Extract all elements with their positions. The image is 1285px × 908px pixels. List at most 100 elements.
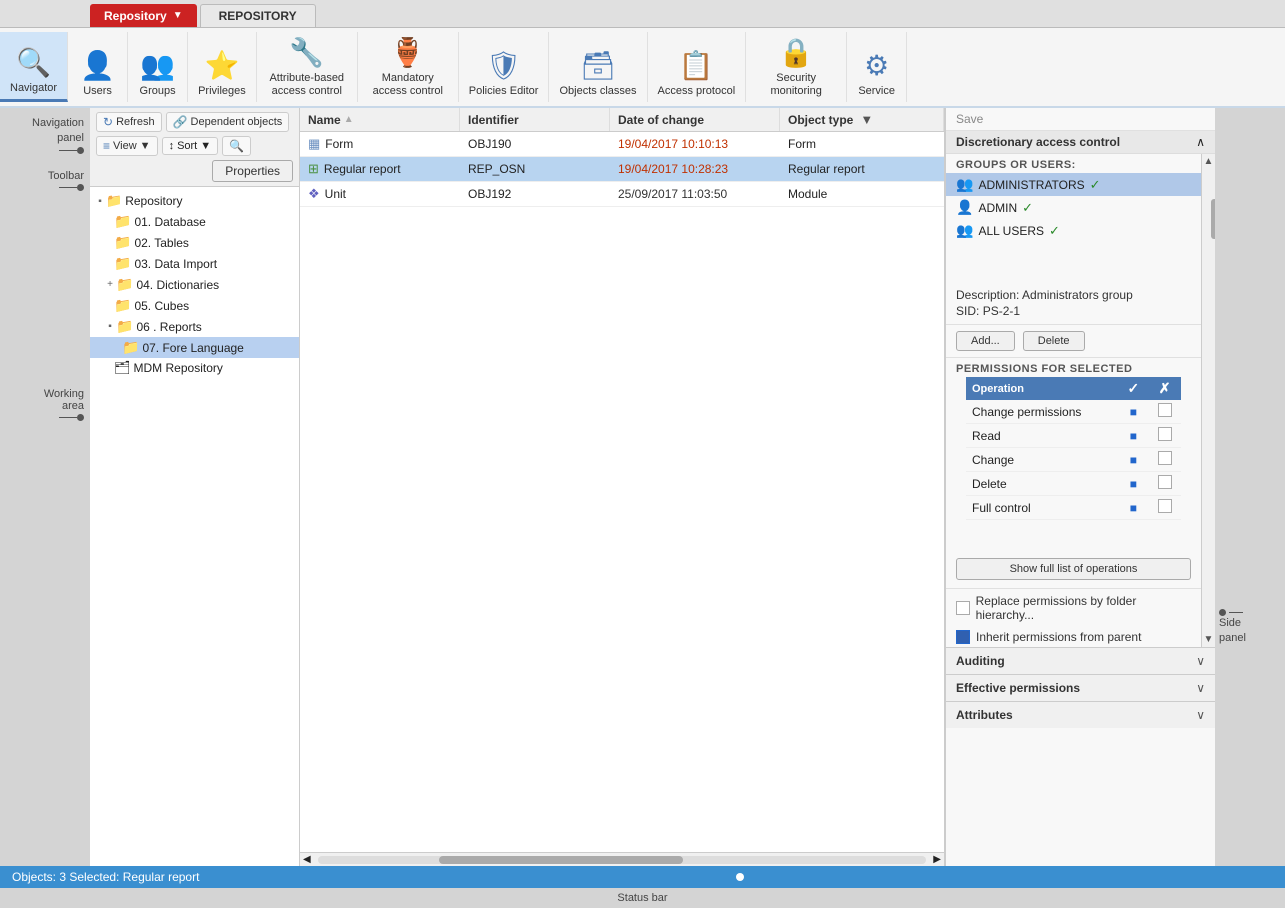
- scrollbar-track[interactable]: [318, 856, 927, 864]
- dictionaries-expand-icon[interactable]: +: [104, 279, 116, 290]
- ribbon-attribute-access[interactable]: 🔧 Attribute-based access control: [257, 32, 358, 102]
- allow-icon: ✓: [1128, 380, 1140, 396]
- dac-header[interactable]: Discretionary access control ∧: [946, 131, 1215, 154]
- col-type[interactable]: Object type ▼: [780, 108, 944, 131]
- root-expand-icon[interactable]: ▪: [94, 196, 106, 207]
- ribbon-service[interactable]: ⚙ Service: [847, 32, 907, 102]
- auditing-section: Auditing ∨: [946, 647, 1215, 674]
- col-identifier[interactable]: Identifier: [460, 108, 610, 131]
- ribbon-policies-editor[interactable]: 🛡 Policies Editor: [459, 32, 550, 102]
- working-area-annotation: Workingarea: [4, 388, 84, 421]
- replace-permissions-checkbox[interactable]: [956, 601, 970, 615]
- access-protocol-label: Access protocol: [658, 85, 736, 98]
- inherit-permissions-checkbox[interactable]: [956, 630, 970, 644]
- table-row-selected[interactable]: ⊞ Regular report REP_OSN 19/04/2017 10:2…: [300, 157, 944, 182]
- cubes-label: 05. Cubes: [134, 299, 189, 313]
- ribbon-navigator[interactable]: 🔍 Navigator: [0, 32, 68, 102]
- attributes-header[interactable]: Attributes ∨: [946, 702, 1215, 728]
- view-button[interactable]: ≡ View ▼: [96, 136, 158, 156]
- tab-dropdown-icon[interactable]: ▼: [173, 10, 183, 21]
- deny-check-box: [1158, 427, 1172, 441]
- folder-icon: 📁: [114, 234, 131, 251]
- properties-button[interactable]: Properties: [212, 160, 293, 182]
- save-button[interactable]: Save: [946, 108, 1215, 131]
- allow-check-icon: ■: [1130, 429, 1137, 443]
- tree-item-mdm-repository[interactable]: 🗂 MDM Repository: [90, 358, 299, 378]
- navigator-label: Navigator: [10, 82, 57, 95]
- perm-row: Delete ■: [966, 472, 1181, 496]
- permissions-table-container: Operation ✓ ✗: [946, 377, 1201, 520]
- horizontal-scrollbar[interactable]: ◀ ▶: [300, 852, 944, 866]
- scroll-left-icon[interactable]: ◀: [300, 854, 314, 865]
- tab-inactive-label: REPOSITORY: [219, 9, 297, 23]
- refresh-button[interactable]: ↻ Refresh: [96, 112, 162, 132]
- scrollbar-thumb[interactable]: [439, 856, 682, 864]
- ribbon-mandatory-access[interactable]: 🏺 Mandatory access control: [358, 32, 459, 102]
- col-name-sort-icon: ▲: [344, 114, 354, 125]
- vscroll-down-button[interactable]: ▼: [1202, 632, 1215, 647]
- refresh-label: Refresh: [116, 116, 155, 128]
- auditing-header[interactable]: Auditing ∨: [946, 648, 1215, 674]
- scroll-right-icon[interactable]: ▶: [930, 854, 944, 865]
- search-button[interactable]: 🔍: [222, 136, 251, 156]
- col-type-filter-icon[interactable]: ▼: [860, 112, 873, 127]
- sort-button[interactable]: ↕ Sort ▼: [162, 137, 219, 155]
- allow-check-icon: ■: [1130, 405, 1137, 419]
- ribbon-security-monitoring[interactable]: 🔒 Security monitoring: [746, 32, 847, 102]
- group-item-administrators[interactable]: 👥 ADMINISTRATORS ✓: [946, 173, 1201, 196]
- description-area: Description: Administrators group SID: P…: [946, 282, 1201, 325]
- tab-repository-active[interactable]: Repository ▼: [90, 4, 197, 27]
- tree-item-fore-language[interactable]: 📁 07. Fore Language: [90, 337, 299, 358]
- sort-label: Sort: [177, 140, 197, 152]
- navigation-panel-annotation: Navigationpanel: [4, 116, 84, 154]
- ribbon-privileges[interactable]: ⭐ Privileges: [188, 32, 257, 102]
- replace-permissions-row: Replace permissions by folder hierarchy.…: [946, 588, 1201, 627]
- privileges-icon: ⭐: [204, 49, 239, 82]
- show-full-operations-button[interactable]: Show full list of operations: [956, 558, 1191, 580]
- ribbon-users[interactable]: 👤 Users: [68, 32, 128, 102]
- perm-col-allow: ✓: [1119, 377, 1149, 400]
- reports-expand-icon[interactable]: ▪: [104, 321, 116, 332]
- col-date[interactable]: Date of change: [610, 108, 780, 131]
- table-row[interactable]: ▦ Form OBJ190 19/04/2017 10:10:13 Form: [300, 132, 944, 157]
- tree-item-reports[interactable]: ▪ 📁 06 . Reports: [90, 316, 299, 337]
- objects-classes-label: Objects classes: [559, 85, 636, 98]
- tab-repository-inactive[interactable]: REPOSITORY: [200, 4, 316, 27]
- reports-label: 06 . Reports: [136, 320, 201, 334]
- users-label: Users: [83, 85, 112, 98]
- col-name[interactable]: Name ▲: [300, 108, 460, 131]
- tree-item-data-import[interactable]: 📁 03. Data Import: [90, 253, 299, 274]
- form-icon: ▦: [308, 136, 320, 152]
- delete-button[interactable]: Delete: [1023, 331, 1085, 351]
- effective-permissions-header[interactable]: Effective permissions ∨: [946, 675, 1215, 701]
- vscroll-up-button[interactable]: ▲: [1202, 154, 1215, 169]
- tree-item-cubes[interactable]: 📁 05. Cubes: [90, 295, 299, 316]
- add-button[interactable]: Add...: [956, 331, 1015, 351]
- perm-operation-delete: Delete: [966, 472, 1119, 496]
- ribbon-objects-classes[interactable]: 🗃 Objects classes: [549, 32, 647, 102]
- users-icon: 👤: [80, 49, 115, 82]
- table-row[interactable]: ❖ Unit OBJ192 25/09/2017 11:03:50 Module: [300, 182, 944, 207]
- tree-root[interactable]: ▪ 📁 Repository: [90, 191, 299, 211]
- ribbon-access-protocol[interactable]: 📋 Access protocol: [648, 32, 747, 102]
- dependent-objects-button[interactable]: 🔗 Dependent objects: [166, 112, 290, 132]
- vscroll-thumb[interactable]: [1211, 199, 1216, 239]
- tree-item-dictionaries[interactable]: + 📁 04. Dictionaries: [90, 274, 299, 295]
- navigation-panel: ↻ Refresh 🔗 Dependent objects ≡ View ▼ ↕: [90, 108, 300, 866]
- groups-label: Groups: [140, 85, 176, 98]
- tree-item-database[interactable]: 📁 01. Database: [90, 211, 299, 232]
- ribbon: 🔍 Navigator 👤 Users 👥 Groups ⭐ Privilege…: [0, 28, 1285, 108]
- properties-label: Properties: [225, 164, 280, 178]
- vertical-scrollbar[interactable]: ▲ ▼: [1201, 154, 1215, 647]
- group-item-admin[interactable]: 👤 ADMIN ✓: [946, 196, 1201, 219]
- replace-permissions-label: Replace permissions by folder hierarchy.…: [976, 594, 1191, 622]
- toolbar-annotation: Toolbar: [4, 170, 84, 191]
- ribbon-groups[interactable]: 👥 Groups: [128, 32, 188, 102]
- tree-item-tables[interactable]: 📁 02. Tables: [90, 232, 299, 253]
- group-item-all-users[interactable]: 👥 ALL USERS ✓: [946, 219, 1201, 242]
- folder-icon: 📁: [114, 255, 131, 272]
- user-icon: 👤: [956, 199, 973, 216]
- sort-icon: ↕: [169, 140, 175, 152]
- privileges-label: Privileges: [198, 85, 246, 98]
- service-icon: ⚙: [864, 49, 889, 82]
